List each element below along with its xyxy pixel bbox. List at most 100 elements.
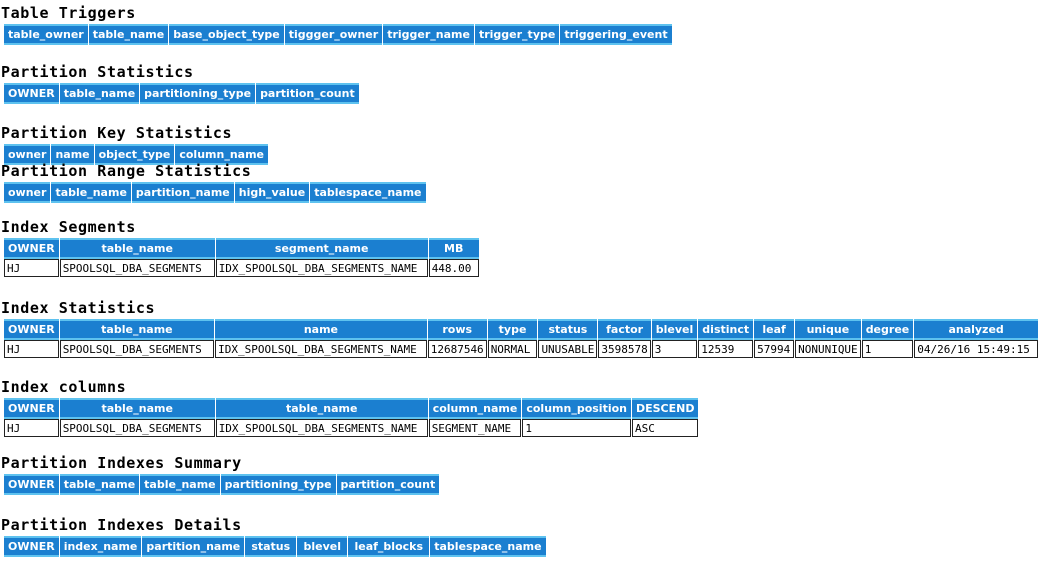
column-header[interactable]: table_name (59, 238, 215, 259)
column-header[interactable]: trigger_name (383, 24, 474, 45)
column-header[interactable]: partition_count (256, 83, 359, 104)
column-header[interactable]: table_name (59, 398, 215, 419)
section-partition-range-statistics: Partition Range Statistics owner table_nam… (0, 163, 427, 203)
section-table-triggers: Table Triggers table_owner table_name base_… (0, 5, 673, 45)
column-header[interactable]: leaf (754, 319, 795, 340)
section-title: Partition Key Statistics (1, 124, 233, 142)
table-table-triggers: table_owner table_name base_object_type tig… (3, 24, 673, 45)
column-header[interactable]: status (245, 536, 297, 557)
table-partition-range-statistics: owner table_name partition_name high_value t… (3, 182, 427, 203)
table-cell: SEGMENT_NAME (428, 419, 522, 437)
table-cell: NORMAL (487, 340, 538, 358)
column-header[interactable]: unique (795, 319, 861, 340)
column-header[interactable]: analyzed (914, 319, 1038, 340)
column-header[interactable]: DESCEND (631, 398, 699, 419)
table-partition-statistics: OWNER table_name partitioning_type partitio… (3, 83, 360, 104)
column-header[interactable]: partition_count (336, 474, 440, 495)
column-header[interactable]: triggering_event (560, 24, 672, 45)
table-cell: HJ (4, 419, 59, 437)
table-cell: HJ (4, 340, 59, 358)
column-header[interactable]: OWNER (4, 398, 59, 419)
column-header[interactable]: factor (598, 319, 651, 340)
table-cell: NONUNIQUE (795, 340, 861, 358)
table-header-row: OWNER table_name table_name partitioning_ty… (4, 474, 440, 495)
column-header[interactable]: OWNER (4, 83, 59, 104)
table-row: HJ SPOOLSQL_DBA_SEGMENTS IDX_SPOOLSQL_DBA_… (4, 259, 479, 277)
column-header[interactable]: table_name (59, 319, 215, 340)
column-header[interactable]: table_name (140, 474, 220, 495)
table-cell: IDX_SPOOLSQL_DBA_SEGMENTS_NAME (215, 259, 428, 277)
column-header[interactable]: OWNER (4, 238, 59, 259)
section-title: Partition Indexes Details (1, 516, 242, 534)
table-cell: IDX_SPOOLSQL_DBA_SEGMENTS_NAME (215, 419, 428, 437)
column-header[interactable]: blevel (297, 536, 348, 557)
column-header[interactable]: tiggger_owner (284, 24, 383, 45)
column-header[interactable]: OWNER (4, 319, 59, 340)
table-index-segments: OWNER table_name segment_name MB HJ SPOOLSQL_… (3, 238, 480, 277)
column-header[interactable]: table_name (88, 24, 169, 45)
table-row: HJ SPOOLSQL_DBA_SEGMENTS IDX_SPOOLSQL_DBA_… (4, 419, 699, 437)
column-header[interactable]: owner (4, 182, 51, 203)
table-header-row: OWNER index_name partition_name status bleve… (4, 536, 546, 557)
column-header[interactable]: OWNER (4, 474, 59, 495)
column-header[interactable]: rows (427, 319, 487, 340)
section-partition-key-statistics: Partition Key Statistics owner name object_… (0, 125, 269, 165)
column-header[interactable]: blevel (651, 319, 698, 340)
table-cell: SPOOLSQL_DBA_SEGMENTS (59, 419, 215, 437)
column-header[interactable]: tablespace_name (430, 536, 546, 557)
column-header[interactable]: type (487, 319, 538, 340)
section-title: Partition Statistics (1, 63, 194, 81)
table-cell: 04/26/16 15:49:15 (914, 340, 1038, 358)
table-cell: 57994 (754, 340, 795, 358)
column-header[interactable]: MB (428, 238, 479, 259)
table-cell: 12539 (698, 340, 754, 358)
column-header[interactable]: OWNER (4, 536, 59, 557)
column-header[interactable]: base_object_type (169, 24, 284, 45)
column-header[interactable]: partitioning_type (220, 474, 336, 495)
column-header[interactable]: column_name (428, 398, 522, 419)
table-cell: 3 (651, 340, 698, 358)
column-header[interactable]: high_value (234, 182, 310, 203)
column-header[interactable]: distinct (698, 319, 754, 340)
section-partition-statistics: Partition Statistics OWNER table_name parti… (0, 64, 360, 104)
table-cell: ASC (631, 419, 699, 437)
column-header[interactable]: status (538, 319, 598, 340)
column-header[interactable]: partition_name (131, 182, 234, 203)
section-partition-indexes-details: Partition Indexes Details OWNER index_name… (0, 517, 547, 557)
table-header-row: owner table_name partition_name high_value t… (4, 182, 426, 203)
column-header[interactable]: tablespace_name (310, 182, 426, 203)
table-cell: 1 (522, 419, 631, 437)
table-row: HJ SPOOLSQL_DBA_SEGMENTS IDX_SPOOLSQL_DBA_… (4, 340, 1038, 358)
table-cell: 3598578 (598, 340, 651, 358)
report-page: Table Triggers table_owner table_name base_… (0, 0, 1039, 562)
column-header[interactable]: trigger_type (474, 24, 560, 45)
table-cell: UNUSABLE (538, 340, 598, 358)
column-header[interactable]: name (215, 319, 427, 340)
column-header[interactable]: partition_name (142, 536, 245, 557)
column-header[interactable]: table_name (51, 182, 131, 203)
column-header[interactable]: table_name (59, 474, 140, 495)
column-header[interactable]: index_name (59, 536, 142, 557)
column-header[interactable]: partitioning_type (140, 83, 256, 104)
table-partition-indexes-details: OWNER index_name partition_name status bleve… (3, 536, 547, 557)
table-header-row: OWNER table_name name rows type status factor b… (4, 319, 1038, 340)
table-cell: 1 (861, 340, 914, 358)
column-header[interactable]: degree (861, 319, 914, 340)
table-partition-indexes-summary: OWNER table_name table_name partitioning_ty… (3, 474, 440, 495)
section-title: Partition Range Statistics (1, 162, 252, 180)
section-title: Table Triggers (1, 4, 136, 22)
section-title: Index columns (1, 378, 127, 396)
column-header[interactable]: segment_name (215, 238, 428, 259)
section-index-statistics: Index Statistics OWNER table_name name rows t… (0, 300, 1039, 358)
table-header-row: OWNER table_name partitioning_type partitio… (4, 83, 359, 104)
table-index-statistics: OWNER table_name name rows type status factor b… (3, 319, 1039, 358)
section-title: Index Statistics (1, 299, 156, 317)
table-cell: SPOOLSQL_DBA_SEGMENTS (59, 259, 215, 277)
section-partition-indexes-summary: Partition Indexes Summary OWNER table_name… (0, 455, 440, 495)
column-header[interactable]: table_name (215, 398, 428, 419)
column-header[interactable]: table_name (59, 83, 140, 104)
column-header[interactable]: leaf_blocks (348, 536, 430, 557)
column-header[interactable]: table_owner (4, 24, 88, 45)
column-header[interactable]: column_position (522, 398, 631, 419)
table-header-row: OWNER table_name segment_name MB (4, 238, 479, 259)
